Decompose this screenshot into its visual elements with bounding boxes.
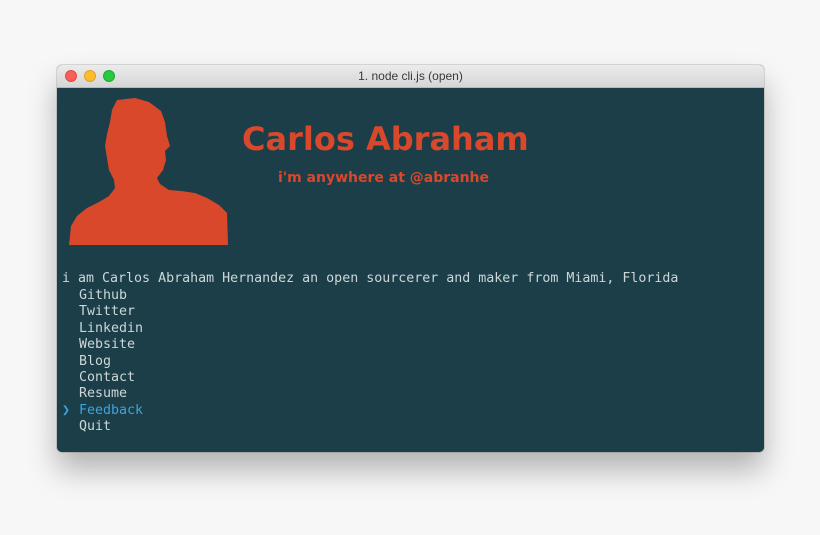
terminal-window: 1. node cli.js (open) Carlos Abraham i'm… xyxy=(57,65,764,452)
terminal-content[interactable]: Carlos Abraham i'm anywhere at @abranhe … xyxy=(57,88,764,452)
profile-bio: i am Carlos Abraham Hernandez an open so… xyxy=(62,271,679,286)
menu-item-label: Linkedin xyxy=(79,320,144,336)
menu-item-label: Twitter xyxy=(79,304,136,320)
menu-item-label: Resume xyxy=(79,386,128,402)
profile-handle: i'm anywhere at @abranhe xyxy=(278,170,490,186)
menu-item-label: Feedback xyxy=(79,402,144,418)
profile-name: Carlos Abraham xyxy=(242,120,529,158)
menu-item-label: Contact xyxy=(79,369,136,385)
menu-item-resume[interactable]: Resume xyxy=(62,386,143,402)
menu-item-linkedin[interactable]: Linkedin xyxy=(62,321,143,337)
menu-item-website[interactable]: Website xyxy=(62,337,143,353)
avatar-silhouette-icon xyxy=(69,98,228,245)
menu-item-github[interactable]: Github xyxy=(62,288,143,304)
menu-item-contact[interactable]: Contact xyxy=(62,370,143,386)
title-bar[interactable]: 1. node cli.js (open) xyxy=(57,65,764,88)
menu-item-label: Quit xyxy=(79,419,112,435)
selection-pointer-icon: ❯ xyxy=(62,402,71,418)
menu-item-label: Github xyxy=(79,288,128,303)
menu-item-quit[interactable]: Quit xyxy=(62,419,143,435)
menu-item-blog[interactable]: Blog xyxy=(62,354,143,370)
menu-item-label: Website xyxy=(79,337,136,353)
menu-item-twitter[interactable]: Twitter xyxy=(62,304,143,320)
menu-item-feedback[interactable]: ❯ Feedback xyxy=(62,403,143,419)
menu-item-label: Blog xyxy=(79,353,112,369)
window-title: 1. node cli.js (open) xyxy=(358,69,463,83)
cli-menu: Github Twitter Linkedin Website Blog Con… xyxy=(62,288,143,436)
